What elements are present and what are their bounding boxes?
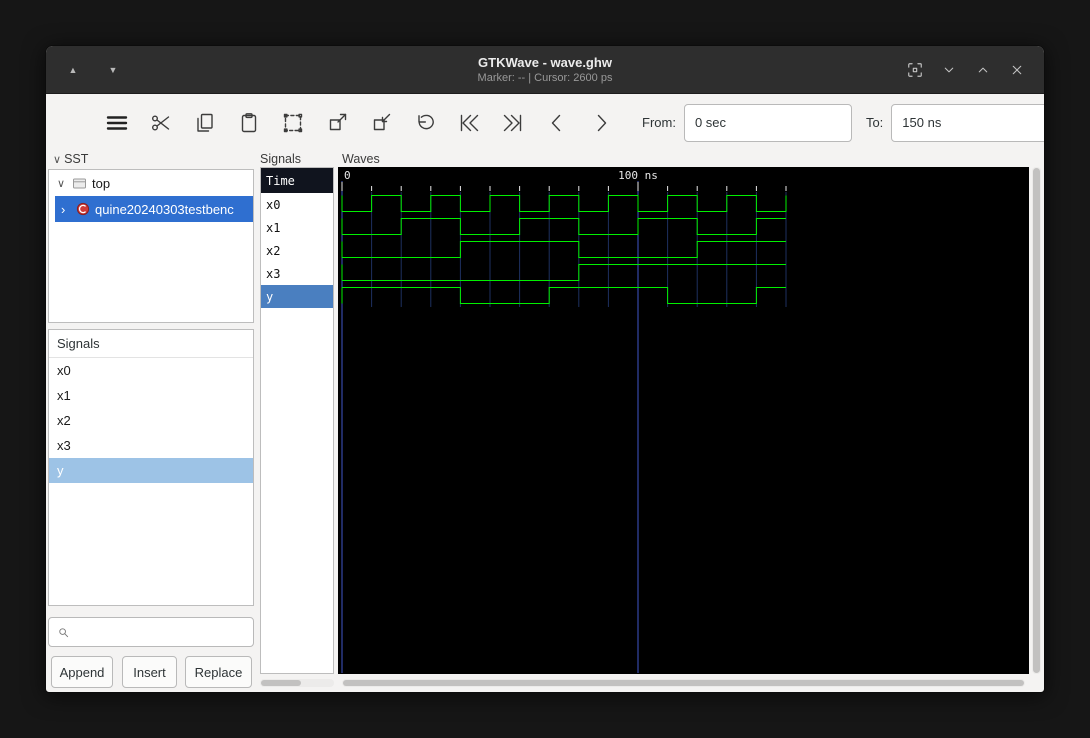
trace-row-x3[interactable]: x3 xyxy=(261,262,333,285)
restore-button[interactable] xyxy=(902,57,928,83)
zoom-to-end-button[interactable] xyxy=(496,106,530,140)
waves-vscrollbar-thumb[interactable] xyxy=(1033,168,1040,673)
names-hscrollbar-thumb[interactable] xyxy=(261,680,301,686)
signal-item-x0[interactable]: x0 xyxy=(49,358,253,383)
roll-up-button[interactable] xyxy=(970,57,996,83)
wave-canvas[interactable]: 0 100 ns xyxy=(338,167,1029,674)
from-label: From: xyxy=(642,115,676,130)
search-icon xyxy=(59,627,69,637)
menu-button[interactable] xyxy=(100,106,134,140)
roll-down-button[interactable] xyxy=(936,57,962,83)
close-button[interactable] xyxy=(1004,57,1030,83)
zoom-out-arrows-icon xyxy=(329,113,347,130)
svg-text:100 ns: 100 ns xyxy=(618,169,658,182)
signal-search[interactable] xyxy=(48,617,254,647)
expander-down-icon: ∨ xyxy=(57,177,66,190)
sst-header[interactable]: ∨ SST xyxy=(53,152,88,166)
from-field[interactable] xyxy=(683,103,852,142)
hierarchy-icon xyxy=(72,176,87,190)
chevron-left-icon xyxy=(551,114,561,131)
chevron-down-icon xyxy=(944,67,954,72)
toolbar: From: To: xyxy=(46,94,1044,151)
copy-icon xyxy=(197,113,213,132)
zoom-in-button[interactable] xyxy=(364,106,398,140)
tree-item-top[interactable]: ∨ top xyxy=(49,170,253,196)
copy-button[interactable] xyxy=(188,106,222,140)
undo-button[interactable] xyxy=(408,106,442,140)
window-title: GTKWave - wave.ghw xyxy=(478,54,612,70)
replace-button[interactable]: Replace xyxy=(185,656,252,688)
paste-icon xyxy=(241,112,257,132)
trace-names-panel: Time x0 x1 x2 x3 y xyxy=(260,167,334,674)
signal-item-x2[interactable]: x2 xyxy=(49,408,253,433)
triangle-up-icon: ▲ xyxy=(68,64,78,75)
testbench-icon xyxy=(76,202,90,216)
sst-signals-panel: Signals x0 x1 x2 x3 y xyxy=(48,329,254,606)
chevron-up-icon xyxy=(978,67,988,72)
trace-row-x1[interactable]: x1 xyxy=(261,216,333,239)
zoom-fit-button[interactable] xyxy=(276,106,310,140)
insert-button[interactable]: Insert xyxy=(122,656,177,688)
zoom-in-arrows-icon xyxy=(373,113,391,130)
to-label: To: xyxy=(865,115,884,130)
gtkwave-window: ▲ ▼ GTKWave - wave.ghw Marker: -- | Curs… xyxy=(45,45,1045,693)
collapse-down-button[interactable]: ▼ xyxy=(100,57,126,83)
svg-text:0: 0 xyxy=(344,169,351,182)
next-edge-button[interactable] xyxy=(584,106,618,140)
waves-hscrollbar-thumb[interactable] xyxy=(343,680,1024,686)
undo-arrow-icon xyxy=(418,114,434,129)
desktop: { "titlebar": { "title": "GTKWave - wave… xyxy=(0,0,1090,738)
selection-box-icon xyxy=(283,113,303,132)
trace-row-x2[interactable]: x2 xyxy=(261,239,333,262)
append-button[interactable]: Append xyxy=(51,656,113,688)
zoom-to-start-button[interactable] xyxy=(452,106,486,140)
skip-to-end-icon xyxy=(503,114,522,131)
sst-expander-icon: ∨ xyxy=(53,154,62,166)
signal-item-x1[interactable]: x1 xyxy=(49,383,253,408)
prev-edge-button[interactable] xyxy=(540,106,574,140)
names-hscrollbar[interactable] xyxy=(260,679,334,687)
signals-list-header: Signals xyxy=(49,330,253,358)
tree-item-testbench[interactable]: › quine20240303testbenc xyxy=(55,196,253,222)
triangle-down-icon: ▼ xyxy=(108,64,118,75)
names-panel-label: Signals xyxy=(260,152,301,166)
trace-row-x0[interactable]: x0 xyxy=(261,193,333,216)
waves-panel-label: Waves xyxy=(342,152,380,166)
sst-tree: ∨ top › quine20240303testbenc xyxy=(48,169,254,323)
tree-item-label: quine20240303testbenc xyxy=(95,201,234,217)
marker-cursor-status: Marker: -- | Cursor: 2600 ps xyxy=(477,71,613,84)
expander-right-icon: › xyxy=(61,201,66,217)
trace-row-y[interactable]: y xyxy=(261,285,333,308)
waves-vscrollbar[interactable] xyxy=(1032,167,1041,674)
skip-to-start-icon xyxy=(460,114,479,131)
close-icon xyxy=(1012,65,1022,74)
trace-row-time[interactable]: Time xyxy=(261,168,333,193)
restore-icon xyxy=(908,62,922,77)
signal-search-input[interactable] xyxy=(70,618,253,646)
scissors-icon xyxy=(152,114,170,130)
to-field[interactable] xyxy=(891,103,1044,142)
collapse-up-button[interactable]: ▲ xyxy=(60,57,86,83)
signal-item-y[interactable]: y xyxy=(49,458,253,483)
paste-button[interactable] xyxy=(232,106,266,140)
cut-button[interactable] xyxy=(144,106,178,140)
hamburger-menu-icon xyxy=(106,115,128,130)
titlebar[interactable]: ▲ ▼ GTKWave - wave.ghw Marker: -- | Curs… xyxy=(46,46,1044,94)
chevron-right-icon xyxy=(597,114,607,131)
wave-canvas-svg: 0 100 ns xyxy=(341,169,787,673)
main-area: ∨ SST ∨ top › quine20240303testbenc Sign… xyxy=(46,151,1044,692)
zoom-out-button[interactable] xyxy=(320,106,354,140)
signal-item-x3[interactable]: x3 xyxy=(49,433,253,458)
waves-hscrollbar[interactable] xyxy=(342,679,1025,687)
tree-item-label: top xyxy=(92,175,111,191)
